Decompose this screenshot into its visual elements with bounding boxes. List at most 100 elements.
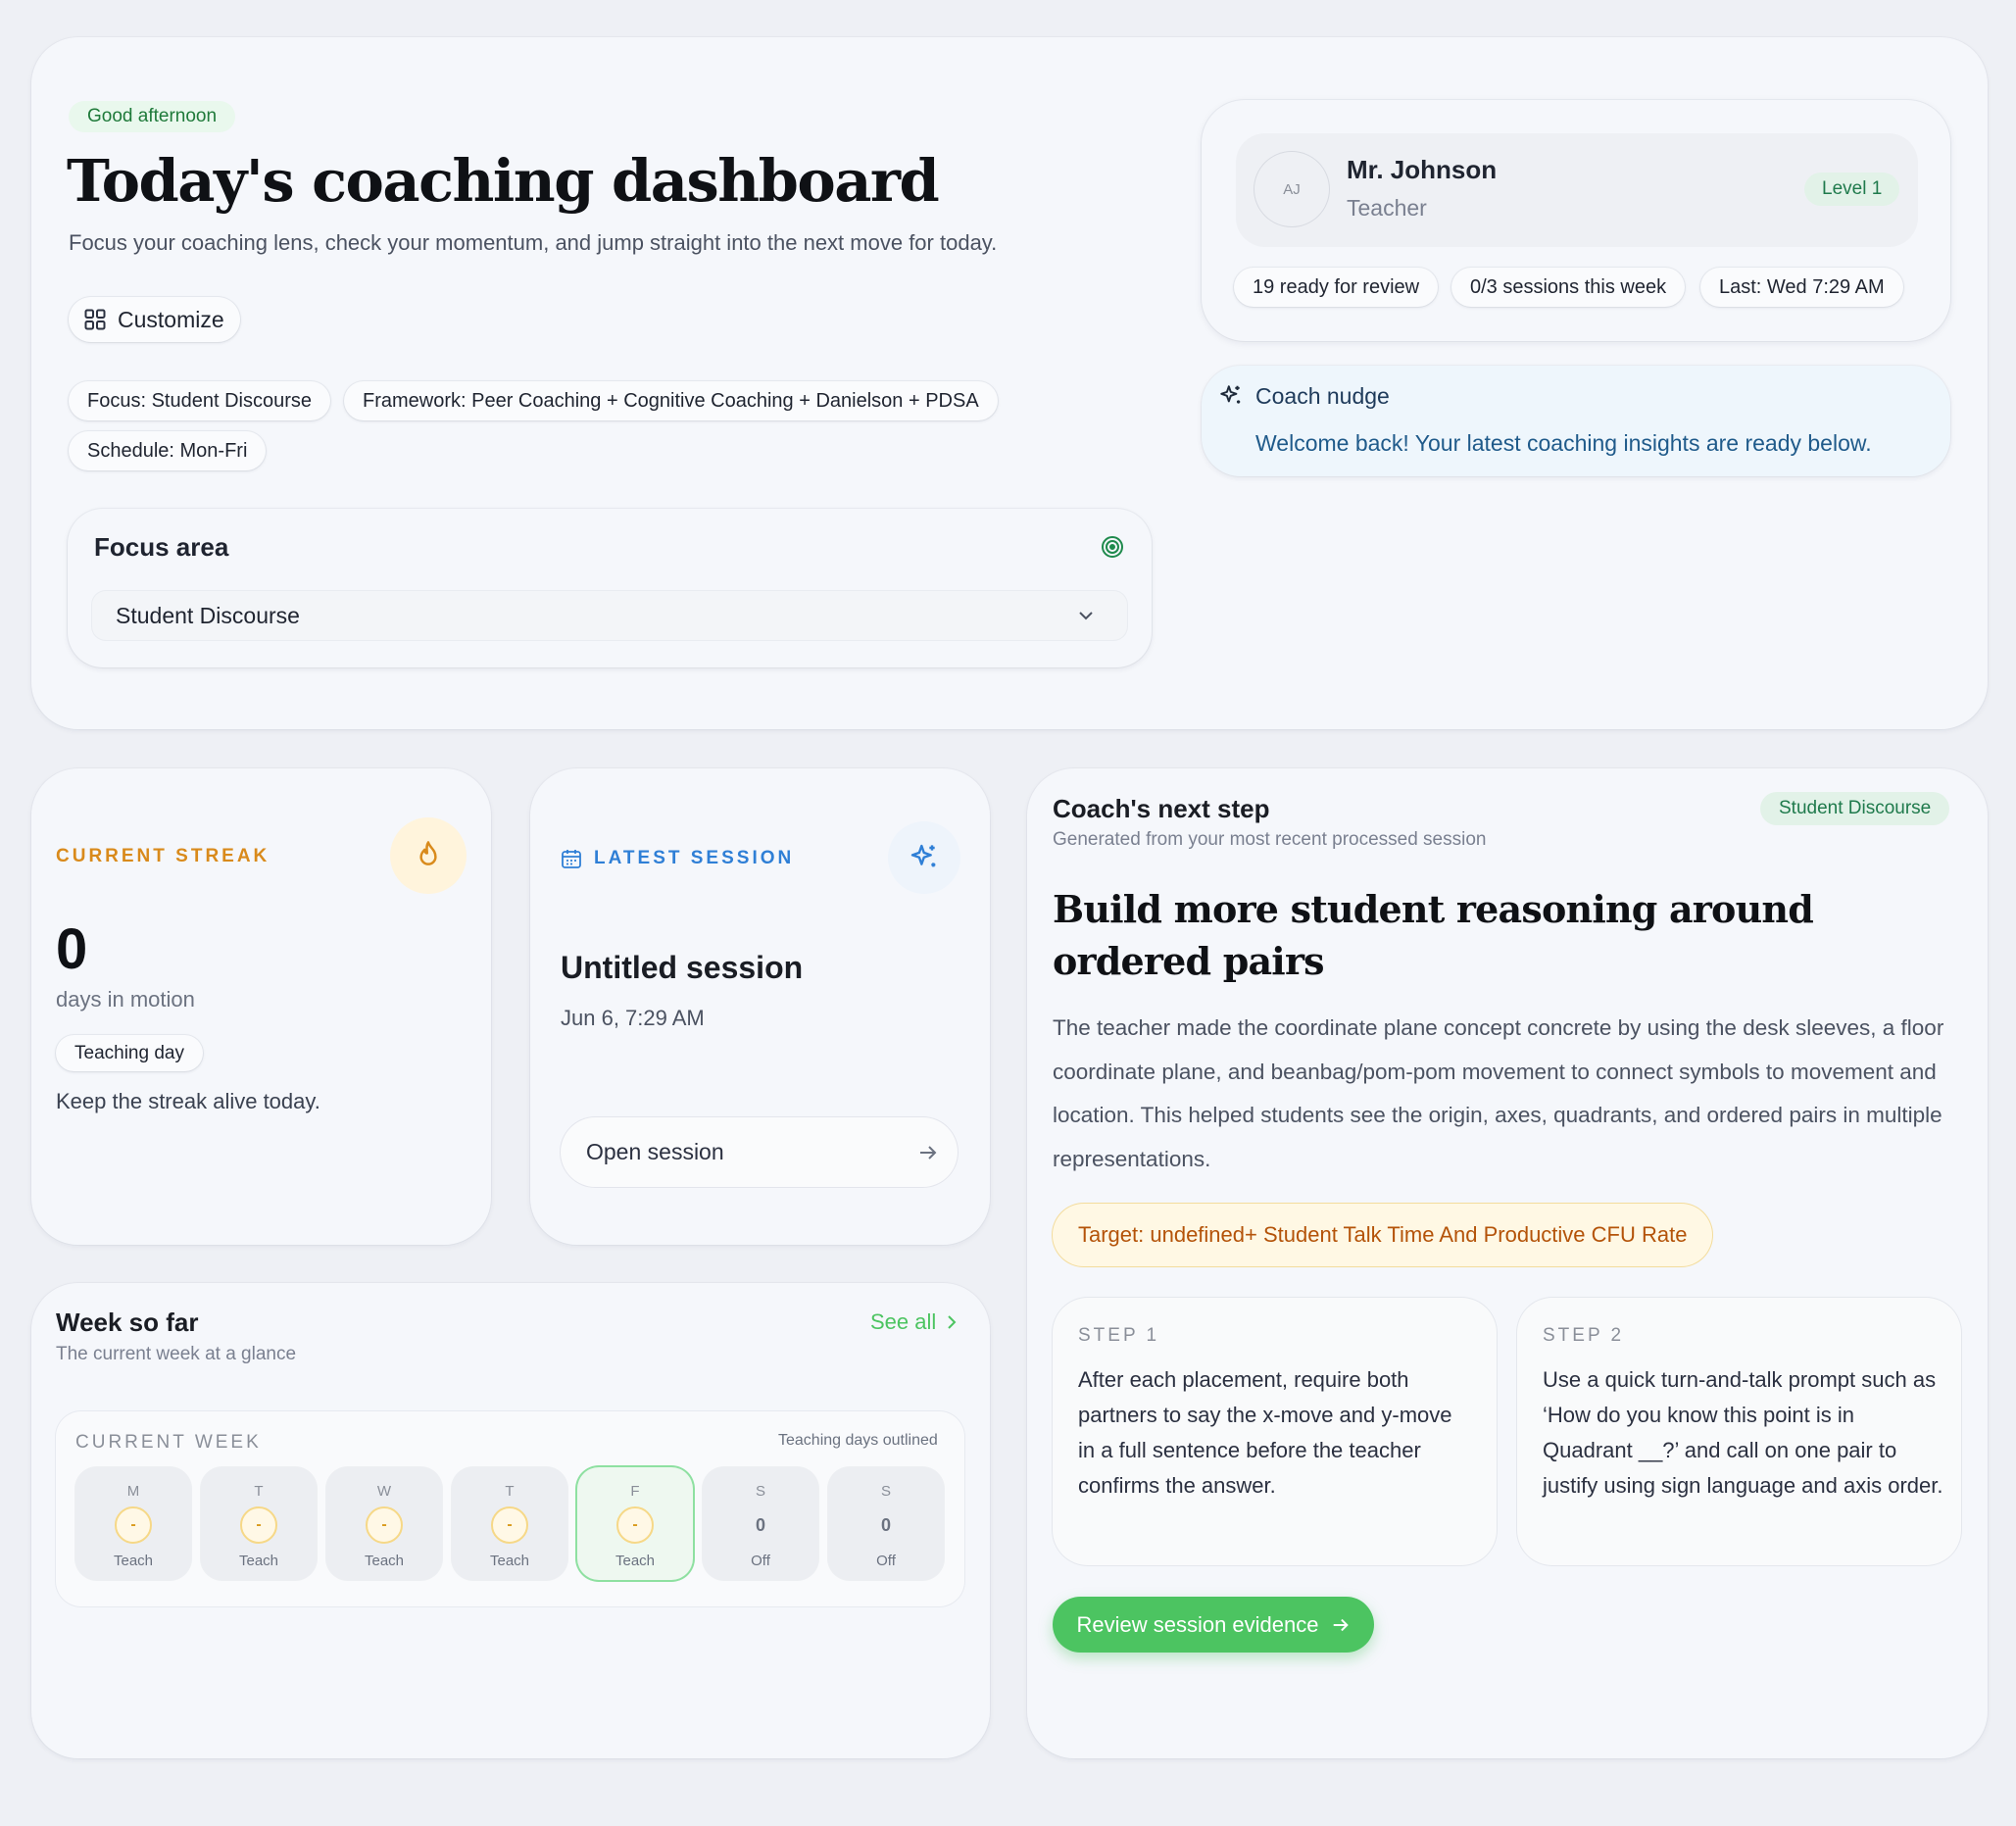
chevron-right-icon	[945, 1314, 959, 1330]
day-letter: S	[755, 1483, 765, 1500]
day-count: -	[240, 1506, 277, 1544]
last-session-label: Last: Wed 7:29 AM	[1719, 275, 1885, 298]
chevron-down-icon	[1077, 607, 1095, 624]
day-status: Off	[751, 1553, 770, 1569]
streak-value: 0	[56, 917, 88, 981]
next-step-headline: Build more student reasoning around orde…	[1053, 887, 1814, 983]
profile-name: Mr. Johnson	[1347, 155, 1498, 184]
focus-area-value: Student Discourse	[116, 603, 300, 628]
session-sparkle-badge	[888, 821, 960, 894]
day-thursday[interactable]: T - Teach	[452, 1467, 567, 1580]
framework-chip-label: Framework: Peer Coaching + Cognitive Coa…	[363, 389, 979, 412]
target-label: Target: undefined+ Student Talk Time And…	[1078, 1222, 1688, 1247]
day-wednesday[interactable]: W - Teach	[326, 1467, 442, 1580]
day-friday[interactable]: F - Teach	[577, 1467, 693, 1580]
teaching-days-note: Teaching days outlined	[778, 1432, 938, 1449]
step-card-2: STEP 2 Use a quick turn-and-talk prompt …	[1517, 1298, 1961, 1565]
see-all-label: See all	[870, 1309, 937, 1334]
latest-session-label: LATEST SESSION	[594, 848, 795, 868]
focus-area-panel: Focus area Student Discourse	[68, 509, 1152, 667]
sessions-week-chip: 0/3 sessions this week	[1451, 268, 1686, 307]
review-count-label: 19 ready for review	[1253, 275, 1420, 298]
streak-label: CURRENT STREAK	[56, 846, 270, 866]
focus-chip: Focus: Student Discourse	[69, 381, 330, 420]
next-step-subtitle: Generated from your most recent processe…	[1053, 829, 1487, 850]
schedule-chip: Schedule: Mon-Fri	[69, 431, 267, 470]
day-count: -	[115, 1506, 152, 1544]
day-sunday[interactable]: S 0 Off	[828, 1467, 944, 1580]
coach-nudge: Coach nudge Welcome back! Your latest co…	[1202, 366, 1950, 476]
day-status: Teach	[238, 1553, 279, 1569]
day-saturday[interactable]: S 0 Off	[703, 1467, 818, 1580]
schedule-chip-label: Schedule: Mon-Fri	[87, 439, 248, 462]
day-status: Teach	[364, 1553, 405, 1569]
profile-role: Teacher	[1347, 195, 1427, 221]
step-text: Use a quick turn-and-talk prompt such as…	[1543, 1367, 1943, 1498]
day-count: -	[616, 1506, 654, 1544]
day-status: Teach	[489, 1553, 530, 1569]
current-week-label: CURRENT WEEK	[75, 1432, 262, 1453]
day-letter: T	[505, 1483, 515, 1500]
target-badge: Target: undefined+ Student Talk Time And…	[1053, 1204, 1713, 1266]
sparkle-icon	[909, 842, 940, 873]
teaching-day-label: Teaching day	[74, 1042, 184, 1063]
customize-label: Customize	[118, 306, 224, 332]
focus-area-label: Focus area	[94, 532, 229, 562]
day-tuesday[interactable]: T - Teach	[201, 1467, 317, 1580]
review-evidence-button[interactable]: Review session evidence	[1053, 1597, 1374, 1653]
open-session-button[interactable]: Open session	[561, 1117, 958, 1187]
review-evidence-label: Review session evidence	[1076, 1611, 1319, 1637]
day-monday[interactable]: M - Teach	[75, 1467, 191, 1580]
flame-badge	[390, 817, 467, 894]
day-letter: S	[880, 1483, 891, 1500]
greeting-text: Good afternoon	[87, 106, 218, 126]
target-icon	[1101, 535, 1124, 559]
arrow-right-icon	[1331, 1615, 1351, 1635]
profile-header: AJ Mr. Johnson Teacher Level 1	[1236, 133, 1918, 247]
customize-button[interactable]: Customize	[69, 297, 240, 342]
level-badge: Level 1	[1804, 173, 1900, 206]
streak-message: Keep the streak alive today.	[56, 1089, 320, 1113]
last-session-chip: Last: Wed 7:29 AM	[1700, 268, 1903, 307]
step-label: STEP 2	[1543, 1325, 1625, 1346]
grid-icon	[84, 309, 106, 330]
focus-area-select[interactable]: Student Discourse	[92, 591, 1127, 640]
focus-chip-label: Focus: Student Discourse	[87, 389, 312, 412]
calendar-icon	[561, 848, 582, 869]
flame-icon	[414, 840, 443, 871]
day-letter: F	[630, 1483, 640, 1500]
day-letter: T	[254, 1483, 264, 1500]
arrow-right-icon	[917, 1142, 939, 1163]
day-status: Teach	[113, 1553, 154, 1569]
day-letter: W	[376, 1483, 392, 1500]
next-step-title: Coach's next step	[1053, 794, 1270, 823]
week-subtitle: The current week at a glance	[56, 1344, 297, 1364]
sessions-week-label: 0/3 sessions this week	[1470, 275, 1667, 298]
step-text: After each placement, require both partn…	[1078, 1367, 1452, 1498]
day-status: Teach	[615, 1553, 656, 1569]
page-subtitle: Focus your coaching lens, check your mom…	[69, 230, 998, 255]
profile-card: AJ Mr. Johnson Teacher Level 1 19 ready …	[1202, 100, 1950, 341]
day-count: -	[366, 1506, 403, 1544]
day-letter: M	[126, 1483, 140, 1500]
avatar: AJ	[1254, 152, 1329, 226]
greeting-badge: Good afternoon	[69, 101, 236, 132]
step-label: STEP 1	[1078, 1325, 1160, 1346]
session-title: Untitled session	[561, 950, 804, 985]
session-date: Jun 6, 7:29 AM	[561, 1006, 705, 1030]
framework-chip: Framework: Peer Coaching + Cognitive Coa…	[344, 381, 998, 420]
day-count: 0	[742, 1506, 779, 1544]
page-title: Today's coaching dashboard	[67, 147, 940, 215]
next-step-body: The teacher made the coordinate plane co…	[1053, 1015, 1944, 1171]
sparkle-icon	[1218, 383, 1244, 409]
day-count: -	[491, 1506, 528, 1544]
step-card-1: STEP 1 After each placement, require bot…	[1053, 1298, 1497, 1565]
teaching-day-badge: Teaching day	[56, 1035, 203, 1071]
review-count-chip: 19 ready for review	[1234, 268, 1439, 307]
focus-tag-label: Student Discourse	[1779, 798, 1932, 818]
see-all-link[interactable]: See all	[870, 1309, 959, 1335]
streak-unit: days in motion	[56, 987, 195, 1012]
open-session-label: Open session	[586, 1139, 724, 1164]
level-label: Level 1	[1822, 178, 1883, 199]
nudge-title: Coach nudge	[1255, 383, 1390, 409]
